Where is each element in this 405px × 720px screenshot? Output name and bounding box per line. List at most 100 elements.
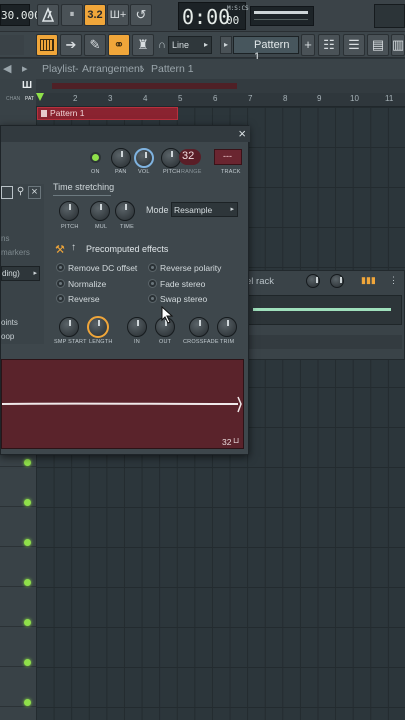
track-led[interactable] — [24, 579, 31, 586]
stretch-mul-label: MUL — [95, 224, 108, 230]
swap-stereo-radio[interactable] — [148, 294, 157, 303]
normalize-radio[interactable] — [56, 279, 65, 288]
arrow-right-icon[interactable]: ▸ — [22, 62, 28, 75]
ruler-bar: 4 — [143, 94, 148, 103]
option-label: oints — [1, 318, 18, 327]
sampler-title-bar[interactable]: × — [1, 126, 250, 142]
close-icon[interactable]: × — [28, 186, 41, 199]
stretch-pitch-knob[interactable] — [59, 201, 79, 221]
arrow-icon[interactable]: ➔ — [60, 34, 82, 56]
step-edit-icon[interactable]: Ш+ — [107, 4, 129, 26]
chevron-right-icon: ▸ — [230, 206, 234, 213]
rack-knob[interactable] — [306, 274, 320, 288]
brush-icon[interactable]: ✎ — [84, 34, 106, 56]
waveform-display[interactable]: 32 ⊔ — [1, 359, 244, 449]
playlist-title-bar[interactable]: ◀ ▸ Playlist - Arrangement › Pattern 1 — [0, 59, 405, 79]
playlist-scrollbar[interactable] — [52, 83, 237, 89]
reverse-polarity-radio[interactable] — [148, 263, 157, 272]
countdown-icon[interactable]: 3.2 — [84, 4, 106, 26]
interp-value: ding) — [2, 269, 20, 278]
rack-bars-icon[interactable]: ▮▮▮ — [361, 275, 376, 286]
stamp-icon[interactable]: ♜ — [132, 34, 154, 56]
add-pattern-button[interactable]: + — [301, 34, 315, 56]
sample-start-knob[interactable] — [59, 317, 79, 337]
pattern-clip[interactable]: Pattern 1 — [37, 107, 178, 120]
on-label: ON — [91, 169, 100, 175]
metronome-icon[interactable] — [37, 4, 59, 26]
rack-channel-strip[interactable] — [246, 295, 402, 325]
piano-roll-icon[interactable] — [36, 34, 58, 56]
in-knob[interactable] — [127, 317, 147, 337]
track-led[interactable] — [24, 459, 31, 466]
breadcrumb-pattern[interactable]: Pattern 1 — [151, 63, 194, 75]
option-label: ns — [1, 234, 10, 243]
mode-select[interactable]: Resample ▸ — [171, 202, 238, 217]
mixer-track-selector[interactable]: --- — [214, 149, 242, 165]
loop-icon[interactable]: ⊔ — [233, 436, 239, 445]
track-led[interactable] — [24, 539, 31, 546]
snap-select[interactable]: Line ▸ — [168, 36, 212, 54]
wrench-icon[interactable]: ⚒ — [55, 243, 65, 256]
fade-stereo-label: Fade stereo — [160, 279, 206, 289]
time-main: 0:00 — [182, 5, 231, 29]
breadcrumb-arrangement[interactable]: Arrangement — [82, 63, 143, 75]
pan-knob[interactable] — [111, 148, 131, 168]
clip-icon — [41, 110, 47, 117]
remove-dc-radio[interactable] — [56, 263, 65, 272]
reverse-radio[interactable] — [56, 294, 65, 303]
mixer-icon[interactable]: ☷ — [318, 34, 340, 56]
main-toolbar: 30.000 ⏸ 3.2 Ш+ ↺ 0:00 M:S:CS 00 — [0, 0, 405, 32]
precomputed-effects-panel: ⚒ ↑ Precomputed effects Remove DC offset… — [49, 241, 244, 356]
pitch-label: PITCH — [163, 169, 181, 175]
cpu-meter — [374, 4, 405, 28]
in-label: IN — [134, 339, 140, 345]
rack-channel-row[interactable] — [246, 335, 402, 349]
stretch-time-knob[interactable] — [115, 201, 135, 221]
blend-icon[interactable]: ↺ — [130, 4, 152, 26]
time-display[interactable]: 0:00 M:S:CS 00 — [178, 2, 249, 30]
pattern-selector[interactable]: Pattern 1 — [233, 36, 299, 63]
playhead-marker[interactable] — [36, 93, 44, 101]
chan-pat-toggle[interactable]: Ш CHAN PAT — [0, 79, 36, 107]
wait-icon[interactable]: ⏸ — [61, 4, 83, 26]
channel-rack-title: el rack — [246, 276, 274, 287]
rack-knob[interactable] — [330, 274, 344, 288]
normalize-label: Normalize — [68, 279, 107, 289]
precomputed-title: Precomputed effects — [86, 244, 169, 254]
range-value: 32 — [182, 150, 195, 162]
folder-icon[interactable] — [1, 186, 13, 199]
on-led[interactable] — [90, 152, 101, 163]
pattern-prev-button[interactable]: ▸ — [220, 36, 232, 54]
channel-rack-window[interactable]: el rack ▮▮▮ ⋮ — [243, 270, 405, 360]
time-format-label: M:S:CS — [227, 5, 249, 12]
range-display[interactable]: 32 — [179, 149, 201, 165]
link-icon[interactable]: ⚭ — [108, 34, 130, 56]
volume-knob[interactable] — [134, 148, 154, 168]
tempo-display[interactable]: 30.000 — [0, 4, 41, 26]
crossfade-knob[interactable] — [189, 317, 209, 337]
wand-icon[interactable]: ⚲ — [14, 186, 27, 199]
timeline-ruler[interactable]: 2 3 4 5 6 7 8 9 10 11 — [36, 93, 405, 107]
arrow-up-icon[interactable]: ↑ — [71, 242, 76, 253]
range-label: RANGE — [181, 169, 202, 175]
stretch-mul-knob[interactable] — [90, 201, 110, 221]
ruler-bar: 5 — [178, 94, 183, 103]
ruler-bar: 6 — [213, 94, 218, 103]
rack-menu-icon[interactable]: ⋮ — [389, 275, 398, 286]
browser-icon[interactable]: ▤ — [367, 34, 389, 56]
trim-knob[interactable] — [217, 317, 237, 337]
track-led[interactable] — [24, 659, 31, 666]
track-led[interactable] — [24, 699, 31, 706]
length-knob[interactable] — [87, 316, 109, 338]
close-icon[interactable]: × — [238, 126, 246, 141]
track-led[interactable] — [24, 499, 31, 506]
interp-select[interactable]: ding) ▸ — [1, 266, 40, 281]
sampler-window[interactable]: × ON PAN VOL PITCH 32 RANGE --- TRACK ⚲ … — [0, 125, 250, 455]
pitch-knob[interactable] — [161, 148, 181, 168]
fade-stereo-radio[interactable] — [148, 279, 157, 288]
channel-rack-icon[interactable]: ☰ — [343, 34, 365, 56]
magnet-icon[interactable]: ∩ — [158, 39, 166, 51]
plugin-icon[interactable]: ▥ — [391, 34, 405, 56]
tempo-value: 30.000 — [1, 9, 41, 22]
track-led[interactable] — [24, 619, 31, 626]
